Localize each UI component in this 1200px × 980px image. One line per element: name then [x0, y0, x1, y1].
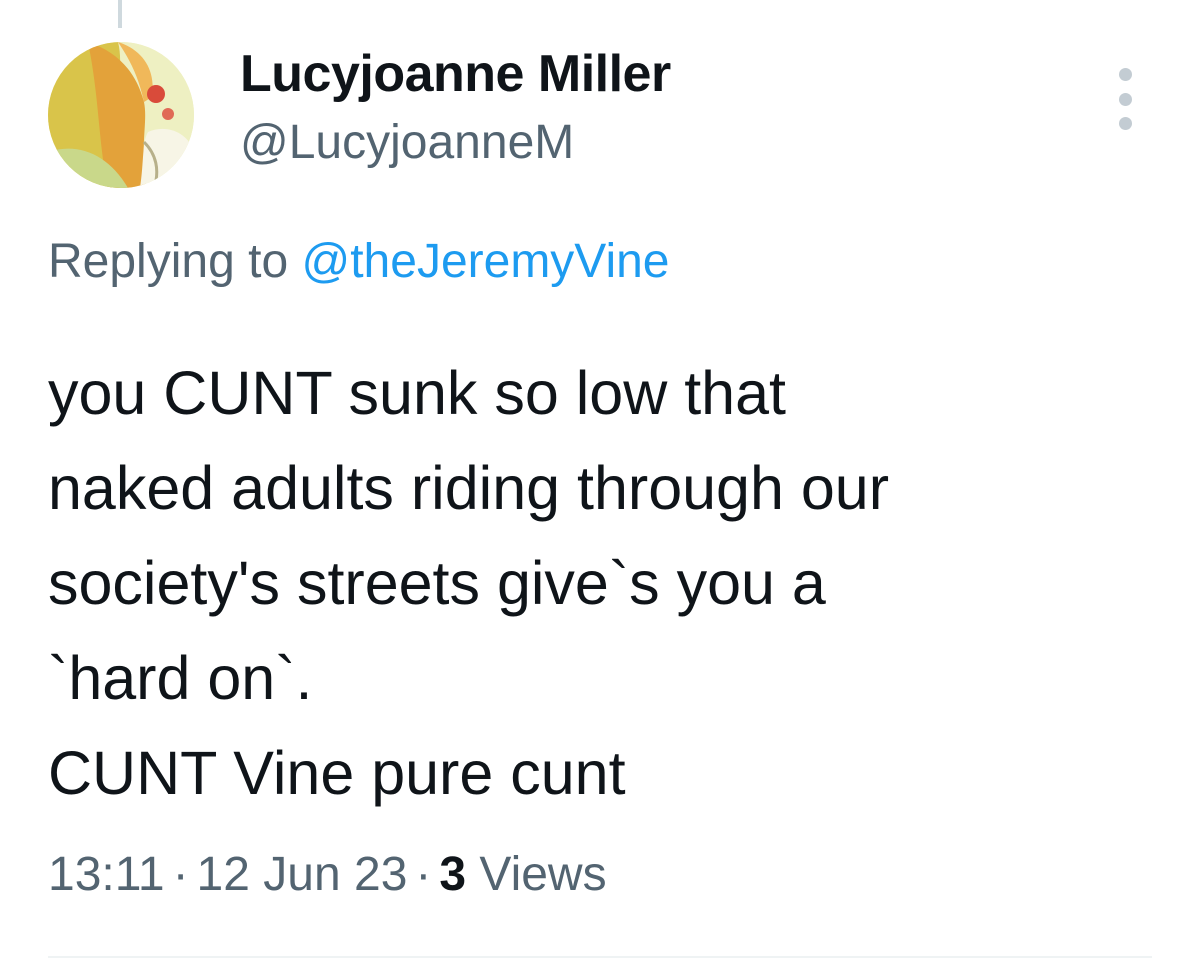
- thread-connector-line: [118, 0, 122, 28]
- avatar[interactable]: [48, 42, 194, 188]
- meta-separator: ·: [172, 848, 189, 901]
- meta-separator: ·: [415, 848, 432, 901]
- tweet-meta: 13:11 · 12 Jun 23 · 3 Views: [48, 842, 607, 908]
- tweet-text-line: `hard on`.: [48, 644, 313, 712]
- more-vertical-icon: [1118, 68, 1132, 81]
- divider: [48, 956, 1152, 958]
- author-display-name[interactable]: Lucyjoanne Miller: [240, 44, 671, 104]
- author-block: Lucyjoanne Miller @LucyjoanneM: [240, 44, 671, 174]
- tweet-date[interactable]: 12 Jun 23: [197, 848, 408, 901]
- replying-to: Replying to @theJeremyVine: [48, 232, 670, 292]
- tweet-text: you CUNT sunk so low that naked adults r…: [48, 346, 1158, 821]
- more-vertical-icon-dot: [1118, 117, 1132, 130]
- tweet-time[interactable]: 13:11: [48, 848, 165, 901]
- more-vertical-icon-dot: [1118, 92, 1132, 106]
- tweet-text-line: naked adults riding through our: [48, 454, 890, 522]
- views-count: 3: [439, 848, 467, 901]
- tweet-text-line: society's streets give`s you a: [48, 549, 826, 617]
- author-handle[interactable]: @LucyjoanneM: [240, 112, 671, 174]
- avatar-image: [48, 42, 194, 188]
- views-label: Views: [479, 848, 607, 901]
- more-options-button[interactable]: [1106, 68, 1144, 130]
- replying-to-label: Replying to: [48, 235, 289, 288]
- tweet-text-line: CUNT Vine pure cunt: [48, 739, 626, 807]
- tweet-text-line: you CUNT sunk so low that: [48, 359, 786, 427]
- replying-to-handle-link[interactable]: @theJeremyVine: [301, 235, 669, 288]
